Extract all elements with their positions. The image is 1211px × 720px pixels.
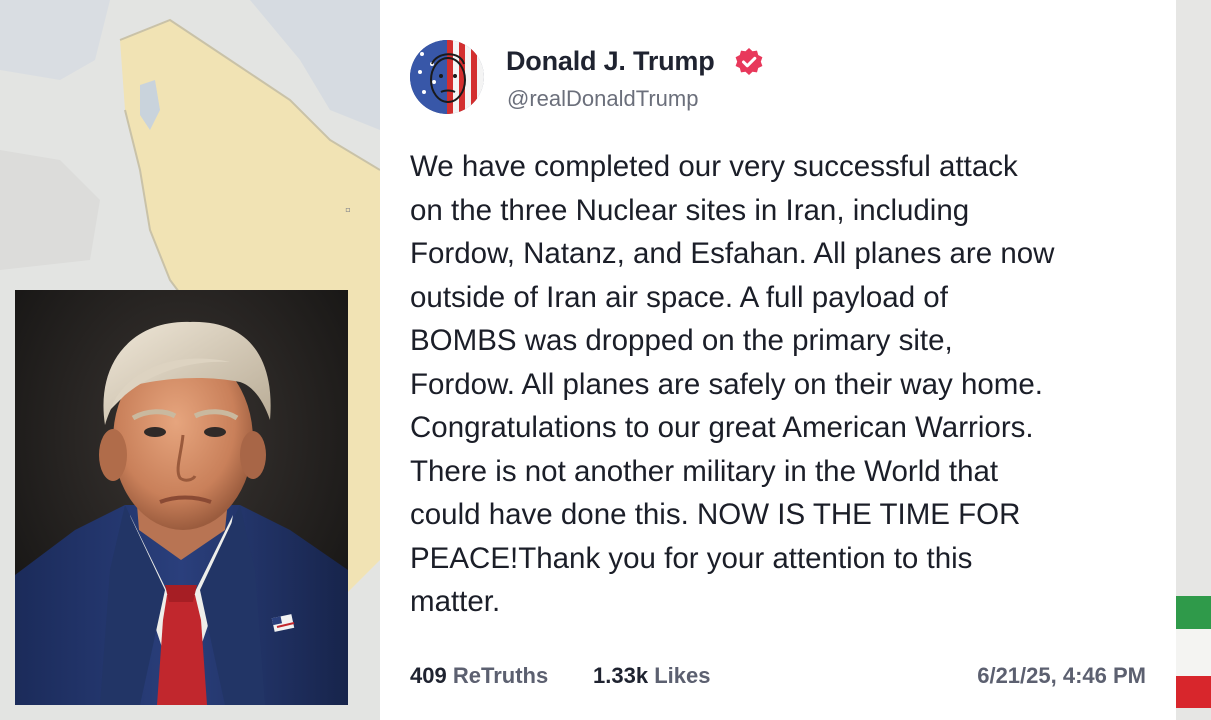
flag-stripe-red — [1176, 676, 1211, 708]
profile-avatar[interactable] — [410, 40, 484, 114]
flag-stripe-green — [1176, 596, 1211, 629]
portrait-photo — [15, 290, 348, 705]
retruths-stat[interactable]: 409 ReTruths — [410, 663, 548, 689]
svg-text:▫: ▫ — [345, 202, 351, 219]
retruths-label: ReTruths — [452, 663, 549, 688]
likes-label: Likes — [654, 663, 711, 688]
post-card: Donald J. Trump @realDonaldTrump We have… — [380, 0, 1176, 720]
post-footer: 409 ReTruths 1.33k Likes 6/21/25, 4:46 P… — [410, 663, 1146, 697]
likes-stat[interactable]: 1.33k Likes — [593, 663, 710, 689]
user-handle[interactable]: @realDonaldTrump — [507, 86, 698, 112]
display-name[interactable]: Donald J. Trump — [506, 46, 715, 77]
post-timestamp[interactable]: 6/21/25, 4:46 PM — [977, 663, 1146, 689]
flag-stripe-white — [1176, 629, 1211, 676]
retruths-count: 409 — [410, 663, 447, 688]
likes-count: 1.33k — [593, 663, 649, 688]
verified-badge-icon — [734, 47, 764, 77]
post-text: We have completed our very successful at… — [410, 150, 1055, 618]
